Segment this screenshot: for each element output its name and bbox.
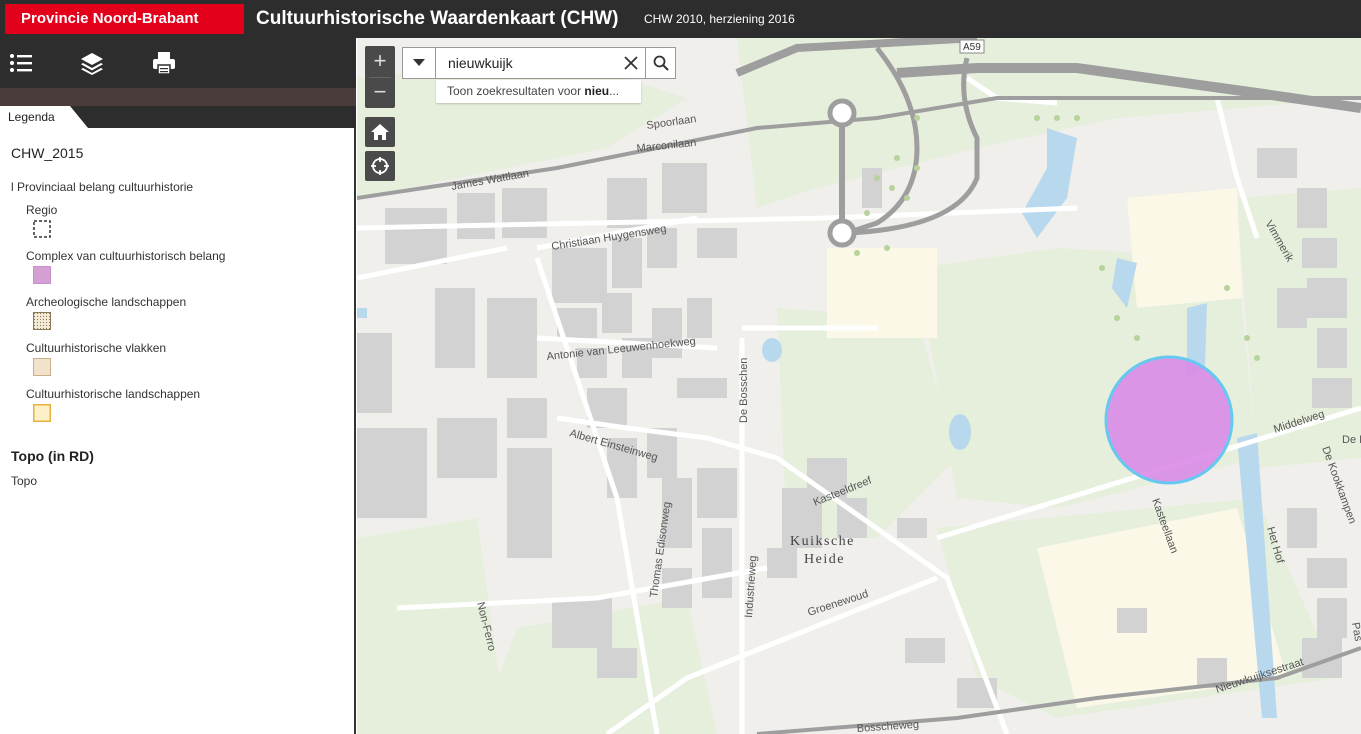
suggestion-suffix: ... bbox=[609, 84, 620, 98]
highlight-marker[interactable] bbox=[1104, 355, 1234, 485]
print-button[interactable] bbox=[149, 50, 179, 76]
app-subtitle: CHW 2010, herziening 2016 bbox=[644, 12, 795, 26]
legend-swatch-archeologisch bbox=[33, 312, 51, 330]
zoom-in-button[interactable]: + bbox=[365, 46, 395, 77]
legend-swatch-vlakken bbox=[33, 358, 51, 376]
tab-legend[interactable]: Legenda bbox=[0, 106, 88, 128]
place-label: Heide bbox=[804, 552, 845, 567]
street-label: De M bbox=[1342, 434, 1361, 446]
layers-icon bbox=[81, 53, 103, 75]
close-icon bbox=[624, 56, 638, 70]
app-title: Cultuurhistorische Waardenkaart (CHW) bbox=[256, 8, 619, 29]
legend-swatch-regio bbox=[33, 220, 51, 238]
basemap[interactable]: A59 Spoorlaan Marconilaan James Wattlaan… bbox=[357, 38, 1361, 734]
street-label: Bosscheweg bbox=[856, 719, 919, 734]
street-label: Marconilaan bbox=[636, 137, 697, 155]
panel-tabstrip: Legenda bbox=[0, 106, 356, 128]
zoom-control: + − bbox=[365, 46, 395, 108]
search-icon bbox=[653, 55, 669, 71]
street-label: Pas bbox=[1349, 621, 1361, 642]
legend-layer-title: CHW_2015 bbox=[11, 145, 84, 161]
home-button[interactable] bbox=[365, 117, 395, 147]
search-widget bbox=[402, 47, 676, 79]
legend-panel: CHW_2015 l Provinciaal belang cultuurhis… bbox=[0, 128, 356, 734]
legend-swatch-landschappen bbox=[33, 404, 51, 422]
list-icon bbox=[10, 54, 32, 72]
crosshair-icon bbox=[371, 157, 389, 175]
locate-button[interactable] bbox=[365, 151, 395, 181]
map-view[interactable]: A59 Spoorlaan Marconilaan James Wattlaan… bbox=[357, 38, 1361, 734]
search-input[interactable] bbox=[437, 48, 617, 78]
legend-item-label: Complex van cultuurhistorisch belang bbox=[26, 249, 226, 263]
suggestion-match: nieu bbox=[584, 84, 610, 98]
suggestion-prefix: Toon zoekresultaten voor bbox=[447, 84, 585, 98]
app-header: Provincie Noord-Brabant Cultuurhistorisc… bbox=[0, 0, 1361, 38]
street-label: Industrieweg bbox=[743, 555, 759, 618]
road-label-a59: A59 bbox=[963, 42, 981, 53]
brand-logo: Provincie Noord-Brabant bbox=[5, 4, 244, 34]
legend-swatch-complex bbox=[33, 266, 51, 284]
panel-toolbar bbox=[0, 38, 356, 88]
legend-topo-item: Topo bbox=[11, 474, 38, 488]
legend-toggle-button[interactable] bbox=[6, 50, 36, 76]
caret-down-icon bbox=[413, 59, 425, 66]
legend-group-label: l Provinciaal belang cultuurhistorie bbox=[11, 180, 194, 194]
search-suggestion[interactable]: Toon zoekresultaten voor nieu... bbox=[436, 80, 641, 103]
search-clear-button[interactable] bbox=[617, 48, 645, 78]
panel-divider bbox=[0, 88, 356, 106]
place-label: Kuiksche bbox=[790, 534, 855, 549]
legend-topo-title: Topo (in RD) bbox=[11, 448, 94, 464]
street-label: Groenewoud bbox=[806, 588, 870, 619]
print-icon bbox=[153, 52, 175, 75]
tab-legend-label: Legenda bbox=[8, 110, 55, 124]
zoom-out-button[interactable]: − bbox=[365, 77, 395, 108]
legend-item-label: Archeologische landschappen bbox=[26, 295, 187, 309]
home-icon bbox=[371, 124, 389, 140]
legend-item-label: Regio bbox=[26, 203, 58, 217]
search-submit-button[interactable] bbox=[645, 48, 676, 78]
search-source-dropdown[interactable] bbox=[403, 48, 436, 78]
layers-button[interactable] bbox=[77, 50, 107, 76]
street-label: De Bosschen bbox=[738, 358, 750, 423]
legend-item-label: Cultuurhistorische vlakken bbox=[26, 341, 167, 355]
legend-item-label: Cultuurhistorische landschappen bbox=[26, 387, 201, 401]
